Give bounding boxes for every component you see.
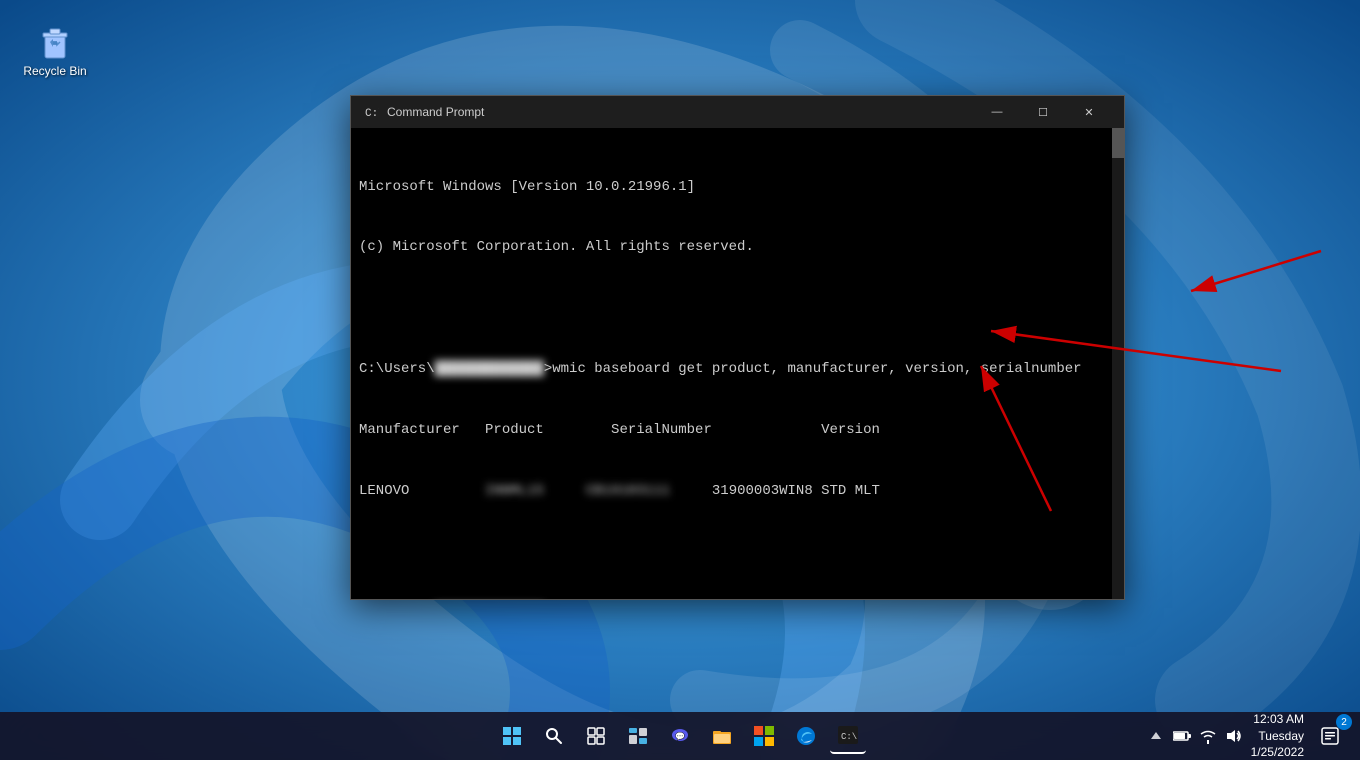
cmd-taskbar-button[interactable]: C:\ (830, 718, 866, 754)
notification-count: 2 (1336, 714, 1352, 730)
scrollbar[interactable] (1112, 128, 1124, 599)
close-button[interactable]: ✕ (1066, 96, 1112, 128)
cmd-line-blank2 (359, 542, 1116, 562)
svg-text:C:\: C:\ (841, 732, 857, 742)
svg-text:C:\: C:\ (365, 108, 379, 120)
maximize-button[interactable]: ☐ (1020, 96, 1066, 128)
volume-icon[interactable] (1225, 727, 1243, 745)
taskbar-date: Tuesday (1251, 728, 1304, 745)
cmd-username-blurred: █████████████ (435, 359, 544, 379)
svg-text:💬: 💬 (675, 731, 685, 741)
taskbar: 💬 (0, 712, 1360, 760)
cmd-line-2: (c) Microsoft Corporation. All rights re… (359, 237, 1116, 257)
edge-button[interactable] (788, 718, 824, 754)
widgets-button[interactable] (620, 718, 656, 754)
cmd-serial-blurred: CB19103111 (586, 481, 670, 501)
scrollbar-thumb[interactable] (1112, 128, 1124, 158)
taskbar-clock[interactable]: 12:03 AM Tuesday 1/25/2022 (1251, 711, 1304, 761)
recycle-bin-icon[interactable]: Recycle Bin (20, 20, 90, 78)
network-icon[interactable] (1199, 727, 1217, 745)
tray-show-hidden-button[interactable] (1147, 727, 1165, 745)
battery-icon[interactable] (1173, 727, 1191, 745)
taskbar-date2: 1/25/2022 (1251, 744, 1304, 761)
taskbar-center-icons: 💬 (494, 718, 866, 754)
cmd-line-4: Manufacturer Product SerialNumber Versio… (359, 420, 1116, 440)
cmd-line-5: LENOVO INNML15 CB19103111 31900003WIN8 S… (359, 481, 1116, 501)
cmd-window[interactable]: C:\ Command Prompt — ☐ ✕ Microsoft Windo… (350, 95, 1125, 600)
search-button[interactable] (536, 718, 572, 754)
system-tray: 12:03 AM Tuesday 1/25/2022 2 (1147, 711, 1348, 761)
task-view-button[interactable] (578, 718, 614, 754)
minimize-button[interactable]: — (974, 96, 1020, 128)
chat-button[interactable]: 💬 (662, 718, 698, 754)
cmd-line-3: C:\Users\█████████████>wmic baseboard ge… (359, 359, 1116, 379)
store-button[interactable] (746, 718, 782, 754)
desktop: Recycle Bin C:\ Command Prompt — ☐ ✕ (0, 0, 1360, 760)
taskbar-time: 12:03 AM (1251, 711, 1304, 728)
cmd-content-area[interactable]: Microsoft Windows [Version 10.0.21996.1]… (351, 128, 1124, 599)
cmd-titlebar: C:\ Command Prompt — ☐ ✕ (351, 96, 1124, 128)
recycle-bin-svg (35, 20, 75, 60)
cmd-product-blurred: INNML15 (485, 481, 544, 501)
cmd-line-1: Microsoft Windows [Version 10.0.21996.1] (359, 177, 1116, 197)
cmd-title-text: Command Prompt (387, 105, 974, 119)
cmd-title-icon: C:\ (363, 104, 379, 120)
file-explorer-button[interactable] (704, 718, 740, 754)
notification-button[interactable]: 2 (1312, 718, 1348, 754)
cmd-output: Microsoft Windows [Version 10.0.21996.1]… (359, 136, 1116, 599)
window-controls: — ☐ ✕ (974, 96, 1112, 128)
recycle-bin-label: Recycle Bin (23, 64, 86, 78)
start-button[interactable] (494, 718, 530, 754)
cmd-line-blank1 (359, 298, 1116, 318)
